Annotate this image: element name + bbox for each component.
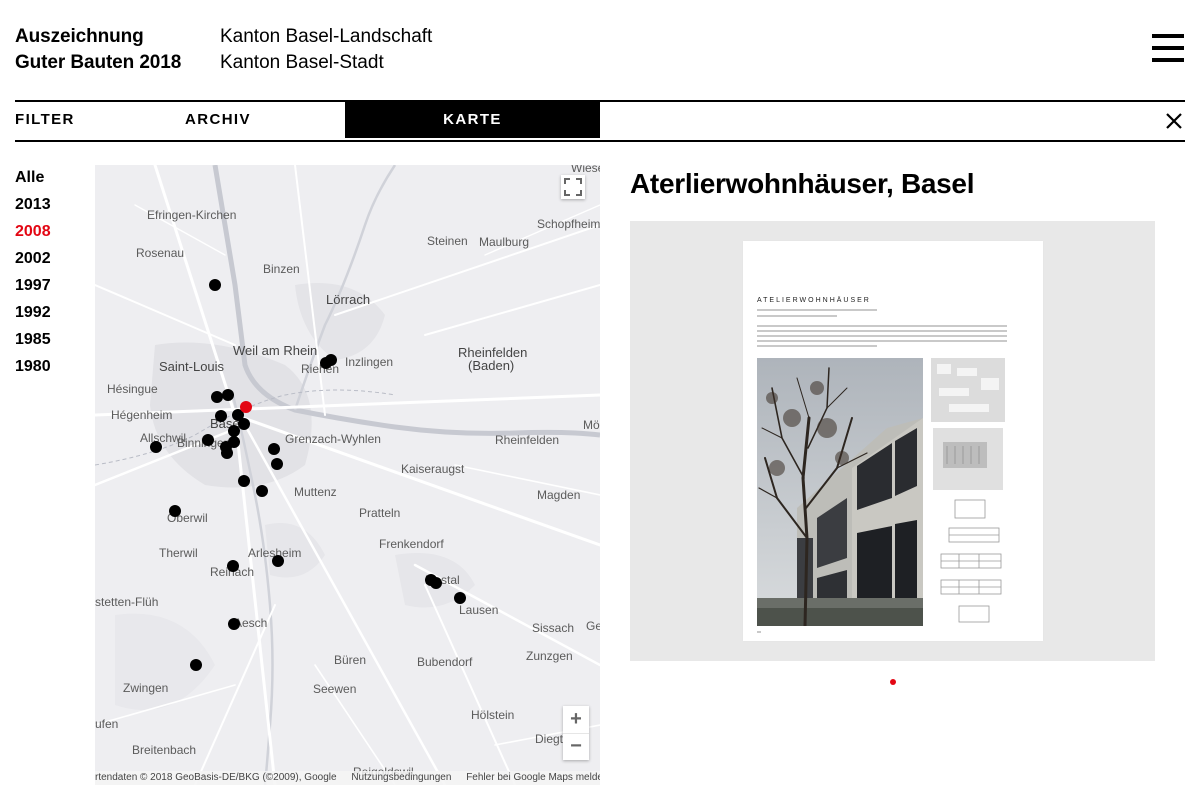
map-label: Hölstein: [471, 708, 515, 722]
map-marker[interactable]: [325, 354, 337, 366]
map-label: Kaiseraugst: [401, 462, 465, 476]
project-sheet-image: ATELIERWOHNHÄUSER: [743, 241, 1043, 641]
map-label: Binzen: [263, 262, 300, 276]
map-label: Schopfheim: [537, 217, 600, 231]
map-label: Maulburg: [479, 235, 530, 249]
map[interactable]: Wiese Efringen-Kirchen Schopfheim Steine…: [95, 165, 600, 785]
year-filter-2008[interactable]: 2008: [15, 218, 51, 245]
map-label: Magden: [537, 488, 581, 502]
map-marker[interactable]: [222, 389, 234, 401]
map-label: Rosenau: [136, 246, 185, 260]
map-marker[interactable]: [190, 659, 202, 671]
year-filter-list: Alle 2013 2008 2002 1997 1992 1985 1980: [15, 164, 51, 380]
map-marker[interactable]: [227, 560, 239, 572]
map-marker[interactable]: [202, 434, 214, 446]
year-filter-1985[interactable]: 1985: [15, 326, 51, 353]
map-label: Lörrach: [326, 292, 371, 307]
year-filter-1997[interactable]: 1997: [15, 272, 51, 299]
map-label: Mö: [583, 418, 600, 432]
map-data-credit: rtendaten © 2018 GeoBasis-DE/BKG (©2009)…: [95, 772, 337, 783]
map-label: Zwingen: [123, 681, 169, 695]
map-attribution: rtendaten © 2018 GeoBasis-DE/BKG (©2009)…: [95, 771, 600, 785]
year-filter-2013[interactable]: 2013: [15, 191, 51, 218]
sheet-heading: ATELIERWOHNHÄUSER: [757, 297, 871, 304]
map-label: Efringen-Kirchen: [147, 208, 237, 222]
map-label: ufen: [95, 717, 119, 731]
tab-filter[interactable]: FILTER: [15, 102, 75, 138]
map-label: Pratteln: [359, 506, 401, 520]
map-label: Frenkendorf: [379, 537, 444, 551]
map-label: Inzlingen: [345, 355, 394, 369]
map-marker-active[interactable]: [240, 401, 252, 413]
map-report-link[interactable]: Fehler bei Google Maps melden: [466, 772, 600, 783]
hamburger-menu-icon[interactable]: [1152, 34, 1184, 62]
map-label: Seewen: [313, 682, 357, 696]
map-label: Büren: [334, 653, 367, 667]
map-label: Saint-Louis: [159, 359, 225, 374]
tab-archiv[interactable]: ARCHIV: [185, 102, 251, 138]
map-label: Wiese: [571, 165, 600, 175]
map-label: (Baden): [468, 358, 515, 373]
map-label: Rheinfelden: [495, 433, 560, 447]
map-label: Therwil: [159, 546, 198, 560]
map-label: stetten-Flüh: [95, 595, 159, 609]
site-title[interactable]: Auszeichnung Guter Bauten 2018: [15, 24, 181, 76]
map-marker[interactable]: [215, 410, 227, 422]
floor-plans: [929, 358, 1009, 628]
map-label: Grenzach-Wyhlen: [285, 432, 381, 446]
map-label: Hégenheim: [111, 408, 173, 422]
year-filter-1980[interactable]: 1980: [15, 353, 51, 380]
map-label: Muttenz: [294, 485, 337, 499]
main-nav: FILTER ARCHIV KARTE: [15, 100, 1185, 142]
site-title-line1: Auszeichnung: [15, 26, 144, 47]
map-marker[interactable]: [238, 418, 250, 430]
map-marker[interactable]: [221, 447, 233, 459]
map-marker[interactable]: [430, 577, 442, 589]
canton-basel-landschaft-link[interactable]: Kanton Basel-Landschaft: [220, 24, 432, 50]
map-label: Diegt: [535, 732, 564, 746]
zoom-out-button[interactable]: −: [563, 733, 589, 760]
year-filter-2002[interactable]: 2002: [15, 245, 51, 272]
fullscreen-icon[interactable]: [561, 175, 585, 199]
project-gallery[interactable]: ATELIERWOHNHÄUSER: [630, 221, 1155, 661]
map-label: Sissach: [532, 621, 575, 635]
tab-karte[interactable]: KARTE: [345, 102, 600, 138]
map-marker[interactable]: [271, 458, 283, 470]
map-label: Ge: [586, 619, 600, 633]
map-label: Steinen: [427, 234, 468, 248]
year-filter-1992[interactable]: 1992: [15, 299, 51, 326]
zoom-in-button[interactable]: +: [563, 706, 589, 734]
map-label: Lausen: [459, 603, 499, 617]
map-label: Hésingue: [107, 382, 158, 396]
year-filter-alle[interactable]: Alle: [15, 164, 51, 191]
map-label: Weil am Rhein: [233, 343, 318, 358]
map-marker[interactable]: [272, 555, 284, 567]
map-marker[interactable]: [268, 443, 280, 455]
map-terms-link[interactable]: Nutzungsbedingungen: [351, 772, 451, 783]
project-title: Aterlierwohnhäuser, Basel: [630, 168, 975, 199]
map-marker[interactable]: [238, 475, 250, 487]
map-marker[interactable]: [454, 592, 466, 604]
map-label: Breitenbach: [132, 743, 197, 757]
map-label: Bubendorf: [417, 655, 473, 669]
canton-links: Kanton Basel-Landschaft Kanton Basel-Sta…: [220, 24, 432, 76]
zoom-control: + −: [563, 706, 589, 760]
map-marker[interactable]: [150, 441, 162, 453]
map-marker[interactable]: [209, 279, 221, 291]
canton-basel-stadt-link[interactable]: Kanton Basel-Stadt: [220, 50, 432, 76]
site-title-line2: Guter Bauten 2018: [15, 52, 182, 73]
close-icon[interactable]: [1163, 102, 1185, 138]
map-marker[interactable]: [169, 505, 181, 517]
map-marker[interactable]: [256, 485, 268, 497]
building-photo: [757, 358, 923, 626]
map-marker[interactable]: [228, 618, 240, 630]
gallery-pagination-dot[interactable]: [890, 679, 896, 685]
map-label: Zunzgen: [526, 649, 573, 663]
